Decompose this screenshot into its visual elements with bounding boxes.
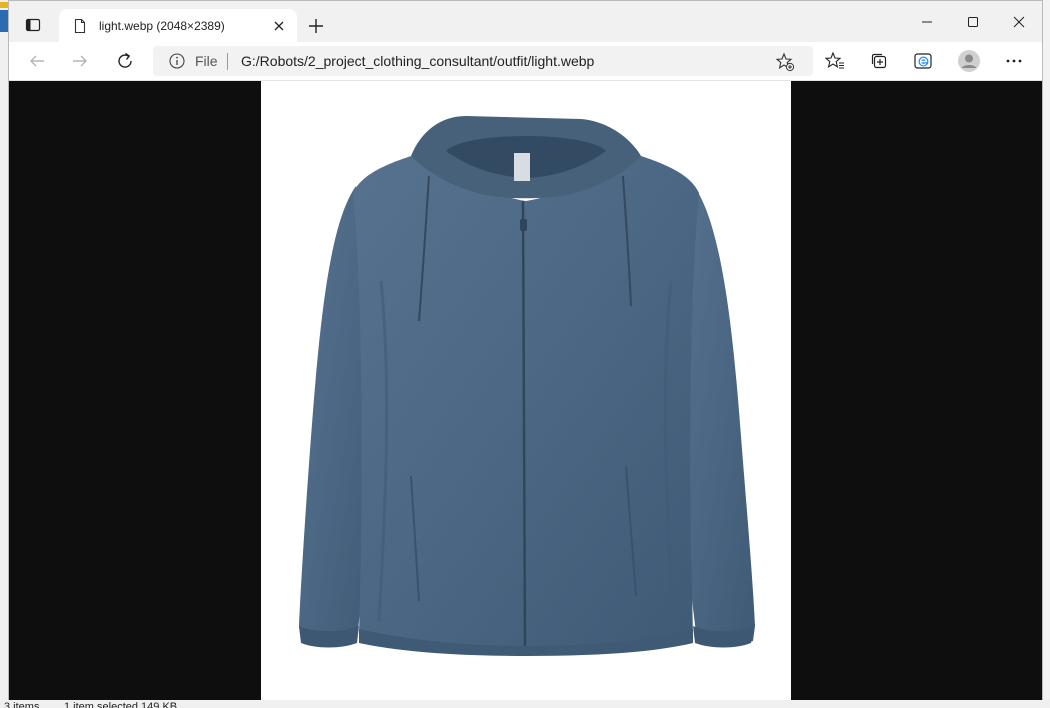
file-page-icon: [72, 18, 88, 34]
browser-window: light.webp (2048×2389) File G:/Robots/2_…: [8, 0, 1043, 700]
arrow-right-icon: [73, 55, 87, 67]
close-icon: [1013, 16, 1025, 28]
desktop-background: [0, 0, 8, 708]
collections-icon: [871, 53, 887, 69]
desktop-right-edge: [1043, 0, 1050, 700]
edge-logo-icon: [914, 53, 932, 69]
plus-icon: [309, 19, 323, 33]
more-options-button[interactable]: [999, 46, 1029, 76]
navigation-toolbar: File G:/Robots/2_project_clothing_consul…: [9, 42, 1042, 81]
ellipsis-icon: [1006, 59, 1022, 63]
back-button[interactable]: [22, 46, 52, 76]
forward-button[interactable]: [65, 46, 95, 76]
tab-title: light.webp (2048×2389): [99, 18, 225, 33]
minimize-icon: [922, 21, 932, 23]
collections-button[interactable]: [864, 46, 894, 76]
tab-actions-button[interactable]: [17, 9, 49, 41]
title-bar: light.webp (2048×2389): [9, 1, 1042, 42]
tab-close-button[interactable]: [267, 14, 291, 38]
favorites-icon: [825, 51, 844, 69]
maximize-button[interactable]: [950, 7, 996, 37]
minimize-button[interactable]: [904, 7, 950, 37]
image-viewer-area: [9, 81, 1042, 700]
address-separator: [227, 53, 228, 70]
status-item-count: 3 items: [4, 701, 40, 708]
refresh-icon: [118, 52, 132, 68]
edge-extension-button[interactable]: [908, 46, 938, 76]
avatar-icon: [958, 50, 980, 72]
windbreaker-jacket-image: [299, 116, 755, 656]
tab-active[interactable]: light.webp (2048×2389): [59, 9, 297, 42]
profile-button[interactable]: [954, 46, 984, 76]
close-icon: [274, 21, 284, 30]
info-icon[interactable]: [169, 53, 185, 69]
desktop-selection-highlight: [0, 10, 8, 32]
status-selection: 1 item selected 149 KB: [64, 701, 178, 708]
address-bar[interactable]: File G:/Robots/2_project_clothing_consul…: [153, 46, 813, 76]
favorites-button[interactable]: [820, 46, 850, 76]
url-text[interactable]: G:/Robots/2_project_clothing_consultant/…: [241, 53, 594, 69]
add-favorite-icon[interactable]: [775, 52, 795, 72]
tab-actions-icon: [25, 18, 41, 32]
maximize-icon: [968, 17, 978, 27]
new-tab-button[interactable]: [303, 13, 329, 39]
arrow-left-icon: [30, 55, 44, 67]
refresh-button[interactable]: [110, 46, 140, 76]
scheme-label: File: [195, 53, 218, 69]
window-close-button[interactable]: [996, 7, 1042, 37]
explorer-status-bar: 3 items 1 item selected 149 KB: [0, 699, 1050, 708]
desktop-folder-icon: [0, 2, 8, 8]
displayed-image[interactable]: [261, 81, 791, 700]
